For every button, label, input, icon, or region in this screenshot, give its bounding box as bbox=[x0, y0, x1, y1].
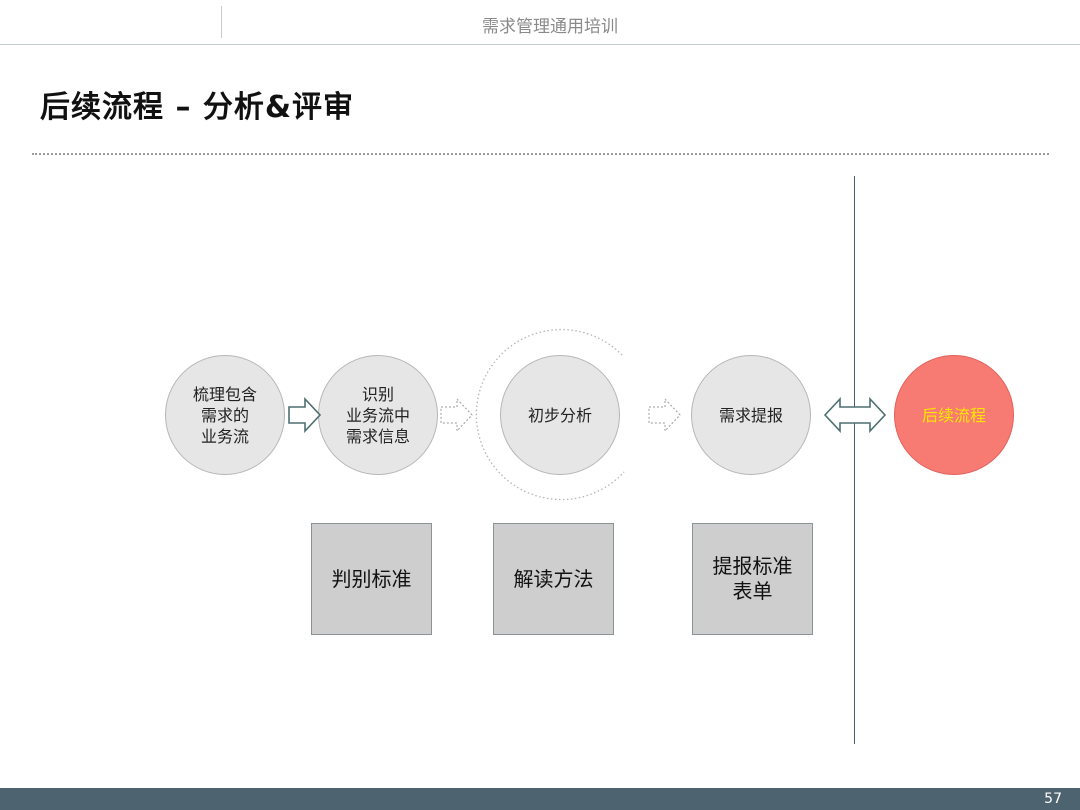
arrow-right-icon bbox=[648, 397, 681, 433]
arrow-right-icon bbox=[440, 397, 473, 433]
slide-title: 后续流程 – 分析&评审 bbox=[40, 90, 355, 125]
footer-bar: 57 bbox=[0, 788, 1080, 810]
step-follow-up-process: 后续流程 bbox=[894, 355, 1014, 475]
page-number: 57 bbox=[1044, 791, 1062, 807]
step-initial-analysis: 初步分析 bbox=[500, 355, 620, 475]
double-arrow-icon bbox=[823, 397, 887, 433]
step-sort-business-flow: 梳理包含 需求的 业务流 bbox=[165, 355, 285, 475]
step-identify-requirements: 识别 业务流中 需求信息 bbox=[318, 355, 438, 475]
criteria-box: 判别标准 bbox=[311, 523, 432, 635]
submission-form-box: 提报标准 表单 bbox=[692, 523, 813, 635]
interpretation-method-box: 解读方法 bbox=[493, 523, 614, 635]
arrow-right-icon bbox=[288, 397, 322, 433]
title-divider bbox=[32, 153, 1049, 155]
step-submit-requirements: 需求提报 bbox=[691, 355, 811, 475]
stage-divider-line bbox=[854, 176, 855, 744]
header-title: 需求管理通用培训 bbox=[482, 17, 618, 37]
header-bar: 需求管理通用培训 bbox=[0, 0, 1080, 45]
